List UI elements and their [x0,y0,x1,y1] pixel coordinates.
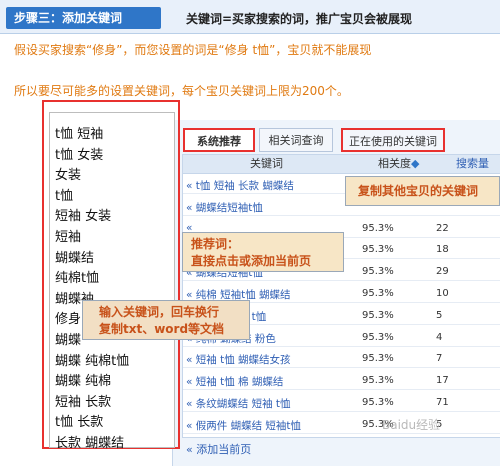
row-divider [183,367,500,369]
search-volume-value: 18 [436,244,449,256]
table-header [183,155,500,174]
keyword-line: t恤 [55,188,74,204]
row-divider [183,432,500,434]
row-divider [183,280,500,282]
relevance-value: 95.3% [362,309,394,321]
relevance-value: 95.3% [362,266,394,278]
keyword-line: t恤 长款 [55,415,104,431]
keyword-line: t恤 女装 [55,147,104,163]
note-recommended-title: 推荐词： [191,237,240,251]
note-recommended-body: 直接点击或添加当前页 [191,254,312,268]
row-divider [183,389,500,391]
search-volume-value: 29 [436,266,449,278]
tab-system-recommend[interactable]: 系统推荐 [183,128,255,152]
keyword-line: 短袖 [55,230,82,245]
keyword-row-link[interactable]: « 假两件 蝴蝶结 短袖t恤 [186,418,301,433]
search-volume-value: 17 [436,375,449,387]
search-volume-value: 10 [436,288,449,299]
relevance-value: 95.3% [362,375,394,387]
relevance-value: 95.3% [362,222,394,234]
sort-icon: ◆ [411,157,420,170]
relevance-value: 95.3% [362,288,394,299]
note-input-keywords: 输入关键词，回车换行 复制txt、word等文档 [82,300,250,340]
search-volume-value: 71 [436,397,449,408]
col-search-header[interactable]: 搜索量 [456,155,489,173]
row-divider [183,345,500,347]
keyword-line: 短袖 女装 [55,209,112,225]
row-divider [183,214,500,216]
keyword-line: 蝴蝶 [55,333,82,348]
keyword-row-link[interactable]: « 条纹蝴蝶结 短袖 t恤 [186,396,291,411]
intro-line-2: 所以要尽可能多的设置关键词，每个宝贝关键词上限为200个。 [14,84,349,98]
search-volume-value: 4 [436,331,443,343]
search-volume-value: 5 [436,309,443,321]
watermark: Baidu经验 [382,418,441,432]
keyword-line: 蝴蝶 纯棉t恤 [55,353,130,369]
note-input-title: 输入关键词，回车换行 [99,305,220,319]
note-copy-keywords: 复制其他宝贝的关键词 [345,176,500,206]
col-relevance-header[interactable]: 相关度◆ [378,155,419,173]
step-title: 步骤三：添加关键词 [6,7,161,29]
relevance-value: 95.3% [362,353,394,365]
intro-line-1: 假设买家搜索“修身”，而您设置的词是“修身 t恤”，宝贝就不能展现 [14,43,372,57]
keyword-line: t恤 短袖 [55,127,104,142]
search-volume-value: 7 [436,353,443,365]
tab-keywords-in-use[interactable]: 正在使用的关键词 [341,128,445,152]
row-divider [183,411,500,412]
relevance-value: 95.3% [362,397,394,408]
keyword-line: 短袖 长款 [55,394,112,410]
keyword-row-link[interactable]: « 短袖 t恤 蝴蝶结女孩 [186,352,291,367]
header-description: 关键词=买家搜索的词，推广宝贝会被展现 [186,12,413,26]
relevance-value: 95.3% [362,244,394,256]
keyword-line: 修身 [55,312,82,328]
note-input-body: 复制txt、word等文档 [99,322,225,336]
keyword-input-textarea[interactable]: t恤 短袖 t恤 女装 女装 t恤 短袖 女装 短袖 蝴蝶结 纯棉t恤 蝴蝶袖 修身 蝴蝶 蝴蝶 纯棉… [49,112,175,451]
tab-related-query[interactable]: 相关词查询 [259,128,333,152]
col-keyword-header: 关键词 [250,157,283,170]
keyword-line: 蝴蝶结 [55,250,95,266]
keyword-line: 纯棉t恤 [55,271,100,287]
search-volume-value: 22 [436,222,449,234]
keyword-line: 女装 [55,168,82,184]
keyword-row-link[interactable]: « t恤 短袖 长款 蝴蝶结 [186,178,294,193]
keyword-row-link[interactable]: « 蝴蝶结短袖t恤 [186,200,263,215]
keyword-line: 蝴蝶 纯棉 [55,374,112,390]
keyword-line: 长款 蝴蝶结 [55,436,125,451]
note-recommended: 推荐词： 直接点击或添加当前页 [182,232,344,272]
relevance-label: 相关度 [378,157,411,170]
keyword-row-link[interactable]: « 短袖 t恤 棉 蝴蝶结 [186,374,283,389]
add-current-page-link[interactable]: « 添加当前页 [186,441,251,457]
relevance-value: 95.3% [362,331,394,343]
